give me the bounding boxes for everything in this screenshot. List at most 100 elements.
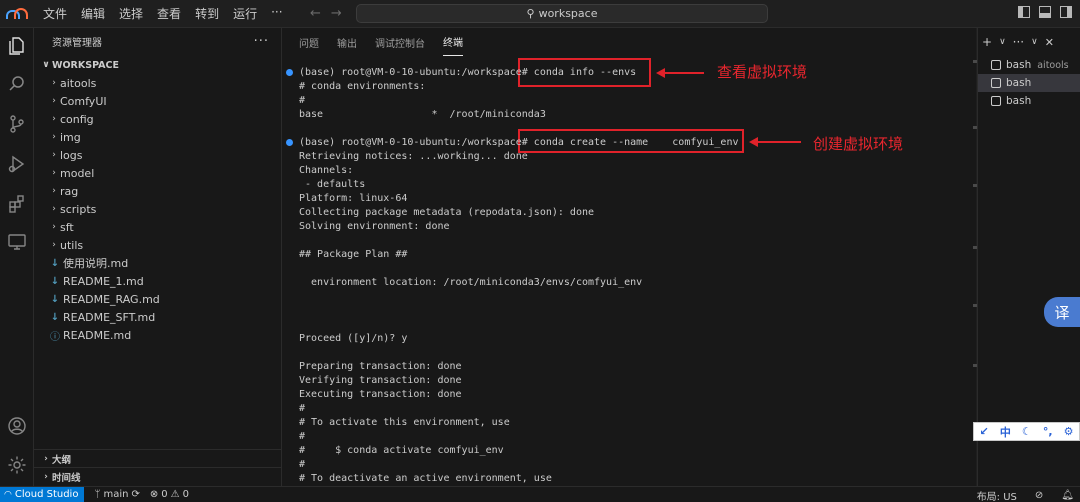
- terminal-line: Preparing transaction: done: [299, 361, 462, 372]
- red-arrow-icon: [656, 68, 704, 78]
- forward-arrow-icon[interactable]: →: [331, 6, 342, 21]
- terminal-more-icon[interactable]: ···: [1013, 35, 1024, 49]
- keyboard-layout[interactable]: 布局: US: [977, 488, 1017, 502]
- translate-button[interactable]: 译: [1044, 297, 1080, 327]
- terminal-line: #: [299, 431, 306, 442]
- error-icon: ⊗: [149, 489, 159, 500]
- ruler-mark: [973, 364, 977, 367]
- folder-label: img: [60, 130, 81, 144]
- ime-expand-icon[interactable]: ↙: [980, 425, 989, 438]
- workspace-section[interactable]: ∨ WORKSPACE: [34, 56, 281, 74]
- maximize-panel-chevron-icon[interactable]: ∨: [1031, 37, 1038, 47]
- close-panel-icon[interactable]: ✕: [1045, 36, 1054, 49]
- folder-label: logs: [60, 148, 83, 162]
- ruler-mark: [973, 246, 977, 249]
- menu-selection[interactable]: 选择: [112, 5, 150, 22]
- layout-controls: [1018, 6, 1072, 18]
- menu-bar: 文件 编辑 选择 查看 转到 运行 ···: [36, 5, 290, 22]
- problems-indicator[interactable]: ⊗ 0 ⚠ 0: [150, 489, 189, 500]
- terminal-line: Retrieving notices: ...working... done: [299, 151, 528, 162]
- terminal-cube-icon: [991, 60, 1001, 70]
- command-center[interactable]: ⚲ workspace: [356, 4, 768, 23]
- terminal-line: # To deactivate an active environment, u…: [299, 473, 552, 484]
- menu-run[interactable]: 运行: [226, 5, 264, 22]
- explorer-sidebar: 资源管理器 ··· ∨ WORKSPACE › aitools › ComfyUI …: [34, 28, 282, 486]
- terminal-output[interactable]: 查看虚拟环境 创建虚拟环境 (base) root@VM-0-10-ubuntu…: [282, 58, 976, 486]
- ime-language-toggle[interactable]: 中: [1000, 424, 1011, 440]
- folder-item[interactable]: › ComfyUI: [34, 92, 281, 110]
- explorer-files-icon[interactable]: [7, 36, 27, 56]
- tab-output[interactable]: 输出: [337, 28, 357, 56]
- punctuation-icon[interactable]: °,: [1043, 425, 1053, 438]
- ruler-mark: [973, 60, 977, 63]
- git-branch[interactable]: ᛘ main ⟳: [94, 489, 139, 500]
- timeline-section[interactable]: › 时间线: [34, 467, 282, 485]
- folder-item[interactable]: › model: [34, 164, 281, 182]
- folder-item[interactable]: › logs: [34, 146, 281, 164]
- folder-item[interactable]: › aitools: [34, 74, 281, 92]
- folder-item[interactable]: › config: [34, 110, 281, 128]
- markdown-icon: ↓: [50, 293, 60, 305]
- folder-item[interactable]: › rag: [34, 182, 281, 200]
- bell-icon[interactable]: 🔔︎: [1061, 490, 1074, 501]
- terminal-profile-chevron-icon[interactable]: ∨: [999, 37, 1006, 47]
- ime-settings-gear-icon[interactable]: ⚙: [1064, 425, 1074, 438]
- terminal-line: #: [299, 459, 306, 470]
- terminal-cwd: aitools: [1037, 59, 1069, 71]
- file-item[interactable]: ↓ README_1.md: [34, 272, 281, 290]
- menu-edit[interactable]: 编辑: [74, 5, 112, 22]
- chevron-right-icon: ›: [52, 78, 56, 88]
- moon-icon[interactable]: ☾: [1022, 425, 1032, 438]
- toggle-secondary-sidebar-icon[interactable]: [1060, 6, 1072, 18]
- remote-explorer-icon[interactable]: [7, 232, 27, 252]
- no-sign-icon[interactable]: ⊘: [1035, 490, 1043, 501]
- command-decoration-dot: [286, 139, 293, 146]
- menu-file[interactable]: 文件: [36, 5, 74, 22]
- folder-label: ComfyUI: [60, 94, 107, 108]
- file-item[interactable]: ↓ README_RAG.md: [34, 290, 281, 308]
- terminal-line: Executing transaction: done: [299, 389, 462, 400]
- menu-go[interactable]: 转到: [188, 5, 226, 22]
- explorer-more-button[interactable]: ···: [254, 34, 269, 49]
- timeline-label: 时间线: [52, 472, 81, 484]
- menu-more[interactable]: ···: [264, 5, 289, 22]
- chevron-right-icon: ›: [44, 471, 48, 482]
- toggle-sidebar-icon[interactable]: [1018, 6, 1030, 18]
- terminal-line: Solving environment: done: [299, 221, 450, 232]
- account-icon[interactable]: [7, 416, 27, 436]
- run-debug-icon[interactable]: [7, 154, 27, 174]
- extensions-icon[interactable]: [7, 194, 27, 214]
- cloud-studio-logo: [6, 7, 28, 21]
- file-label: README.md: [63, 328, 132, 342]
- error-count: 0: [161, 489, 168, 500]
- source-control-icon[interactable]: [7, 114, 27, 134]
- menu-view[interactable]: 查看: [150, 5, 188, 22]
- folder-item[interactable]: › utils: [34, 236, 281, 254]
- tab-debug-console[interactable]: 调试控制台: [375, 28, 425, 56]
- tab-terminal[interactable]: 终端: [443, 28, 463, 56]
- toggle-panel-icon[interactable]: [1039, 6, 1051, 18]
- file-label: README_RAG.md: [63, 292, 160, 306]
- folder-item[interactable]: › img: [34, 128, 281, 146]
- terminal-item[interactable]: bash: [978, 92, 1080, 110]
- remote-indicator[interactable]: ◠ Cloud Studio: [0, 486, 85, 502]
- back-arrow-icon[interactable]: ←: [310, 6, 321, 21]
- ime-toolbar: ↙ 中 ☾ °, ⚙: [973, 422, 1080, 441]
- chevron-right-icon: ›: [44, 453, 48, 464]
- folder-item[interactable]: › sft: [34, 218, 281, 236]
- file-item[interactable]: ↓ README_SFT.md: [34, 308, 281, 326]
- search-icon[interactable]: [7, 74, 27, 94]
- terminal-item-selected[interactable]: bash: [978, 74, 1080, 92]
- folder-label: config: [60, 112, 94, 126]
- settings-gear-icon[interactable]: [7, 455, 27, 475]
- new-terminal-plus-icon[interactable]: +: [982, 35, 992, 49]
- terminal-item[interactable]: bash aitools: [978, 56, 1080, 74]
- file-item[interactable]: ⓘ README.md: [34, 326, 281, 344]
- terminal-line: Platform: linux-64: [299, 193, 408, 204]
- file-label: 使用说明.md: [63, 257, 129, 270]
- tab-problems[interactable]: 问题: [299, 28, 319, 56]
- outline-section[interactable]: › 大纲: [34, 449, 282, 467]
- chevron-right-icon: ›: [52, 132, 56, 142]
- file-item[interactable]: ↓ 使用说明.md: [34, 254, 281, 272]
- folder-item[interactable]: › scripts: [34, 200, 281, 218]
